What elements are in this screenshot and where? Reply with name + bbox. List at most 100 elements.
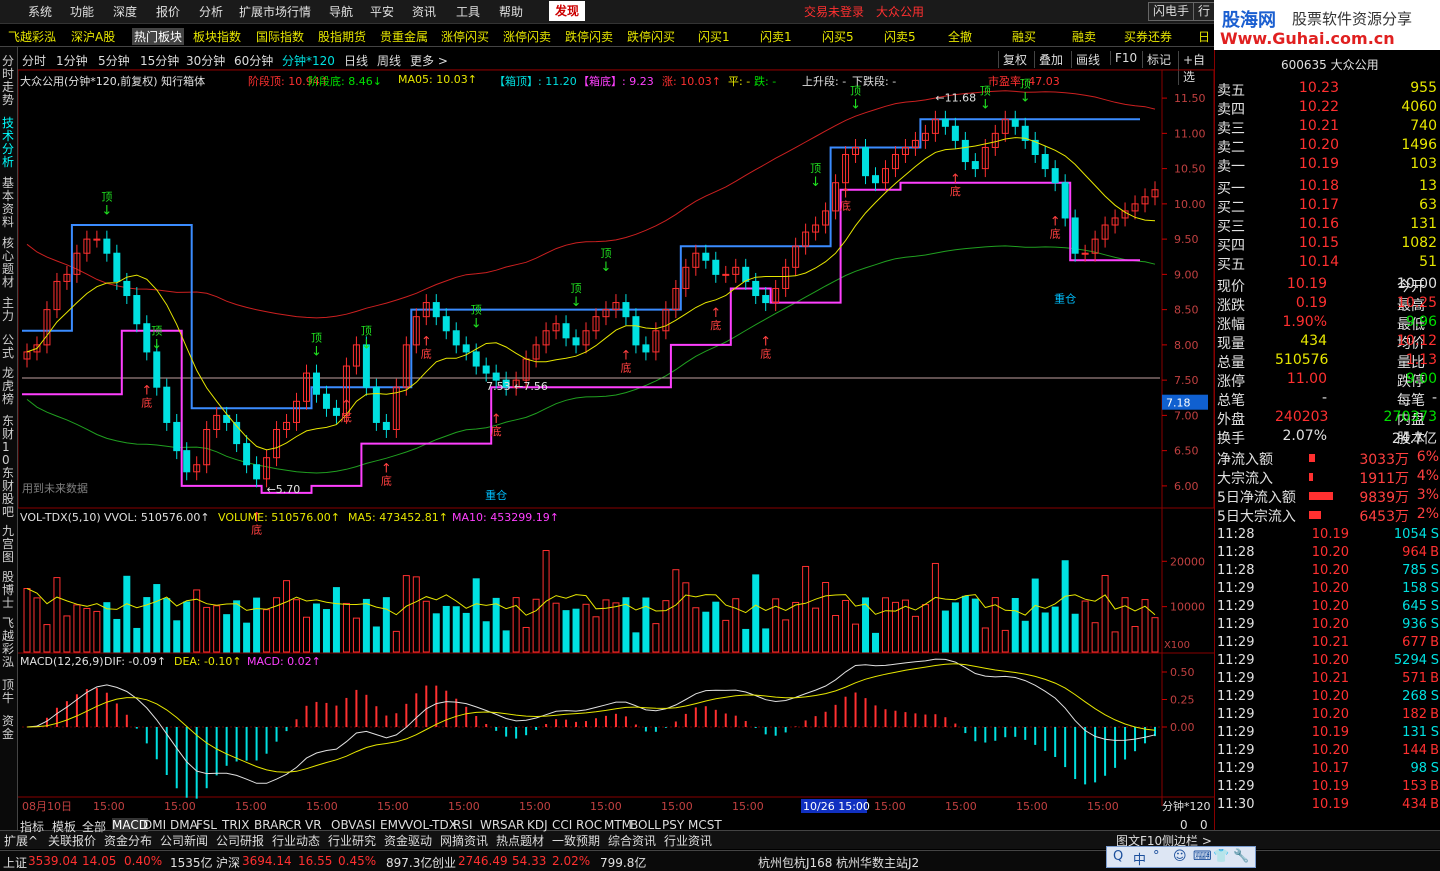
left-tab-7[interactable]: 东财10	[2, 415, 16, 467]
period-1[interactable]: 1分钟	[56, 52, 88, 69]
nav-item-12[interactable]: 闪卖1	[760, 28, 792, 45]
menu-item-4[interactable]: 分析	[199, 3, 223, 20]
ime-icon-5[interactable]: 👕	[1213, 849, 1229, 864]
ind-tab-24[interactable]: MCST	[688, 818, 722, 832]
left-tab-4[interactable]: 主力	[2, 297, 16, 323]
left-tab-0[interactable]: 分时走势	[2, 55, 16, 107]
nav-item-17[interactable]: 融卖	[1072, 28, 1096, 45]
server-1[interactable]: 杭州包杭J168	[758, 854, 832, 871]
ind-tab-20[interactable]: ROC	[576, 818, 602, 832]
period-8[interactable]: 周线	[377, 52, 401, 69]
nav-item-3[interactable]: 板块指数	[193, 28, 241, 45]
info-tab-5[interactable]: 行业动态	[272, 832, 320, 849]
left-tab-8[interactable]: 东财股吧	[2, 467, 16, 519]
left-tab-3[interactable]: 核心题材	[2, 237, 16, 289]
ind-tab-17[interactable]: SAR	[500, 818, 524, 832]
left-tab-5[interactable]: 公式	[2, 334, 16, 360]
ime-toolbar[interactable]: Q 中 ° ☺ ⌨ 👕 🔧	[1106, 846, 1256, 868]
menu-item-6[interactable]: 导航	[329, 3, 353, 20]
tool-3[interactable]: F10	[1110, 51, 1137, 65]
ind-tab-23[interactable]: PSY	[662, 818, 684, 832]
tool-0[interactable]: 复权	[998, 51, 1027, 68]
ind-tab-15[interactable]: RSI	[453, 818, 473, 832]
nav-item-1[interactable]: 深沪A股	[71, 28, 115, 45]
period-0[interactable]: 分时	[22, 52, 46, 69]
nav-item-10[interactable]: 跌停闪买	[627, 28, 675, 45]
period-2[interactable]: 5分钟	[98, 52, 130, 69]
nav-item-7[interactable]: 涨停闪买	[441, 28, 489, 45]
nav-item-11[interactable]: 闪买1	[698, 28, 730, 45]
info-tab-1[interactable]: 关联报价	[48, 832, 96, 849]
flash-trade-button[interactable]: 闪电手	[1148, 2, 1195, 21]
nav-item-15[interactable]: 全撤	[948, 28, 972, 45]
ime-icon-3[interactable]: ☺	[1173, 849, 1187, 864]
trade-login-status[interactable]: 交易未登录	[804, 3, 864, 20]
ime-icon-2[interactable]: °	[1153, 849, 1160, 864]
left-tab-10[interactable]: 股博士	[2, 571, 16, 610]
bid-row-0[interactable]: 买一 10.18 13	[1215, 178, 1440, 197]
ind-tab-22[interactable]: BOLL	[630, 818, 661, 832]
info-tab-6[interactable]: 行业研究	[328, 832, 376, 849]
info-tab-9[interactable]: 热点题材	[496, 832, 544, 849]
info-tab-12[interactable]: 行业资讯	[664, 832, 712, 849]
left-tab-9[interactable]: 九宫图	[2, 525, 16, 564]
ime-icon-1[interactable]: 中	[1133, 849, 1146, 868]
info-tab-0[interactable]: 扩展^	[4, 832, 38, 849]
info-tab-10[interactable]: 一致预期	[552, 832, 600, 849]
period-9[interactable]: 更多 >	[410, 52, 448, 69]
scroll-left[interactable]: 0	[1180, 818, 1188, 832]
period-7[interactable]: 日线	[344, 52, 368, 69]
ask-row-1[interactable]: 卖四 10.22 4060	[1215, 99, 1440, 118]
ind-tab-13[interactable]: EMV	[380, 818, 406, 832]
nav-item-9[interactable]: 跌停闪卖	[565, 28, 613, 45]
menu-item-8[interactable]: 资讯	[412, 3, 436, 20]
ask-row-3[interactable]: 卖二 10.20 1496	[1215, 137, 1440, 156]
menu-item-3[interactable]: 报价	[156, 3, 180, 20]
ind-tab-9[interactable]: CR	[285, 818, 302, 832]
left-tab-6[interactable]: 龙虎榜	[2, 367, 16, 406]
ind-tab-14[interactable]: VOL-TDX	[405, 818, 457, 832]
ind-tab-12[interactable]: ASI	[356, 818, 375, 832]
scroll-right[interactable]: 0	[1200, 818, 1208, 832]
current-stock-tag[interactable]: 大众公用	[876, 3, 924, 20]
ind-tab-18[interactable]: KDJ	[527, 818, 548, 832]
ask-row-0[interactable]: 卖五 10.23 955	[1215, 80, 1440, 99]
menu-item-7[interactable]: 平安	[370, 3, 394, 20]
menu-item-0[interactable]: 系统	[28, 3, 52, 20]
ind-tab-7[interactable]: TRIX	[222, 818, 249, 832]
ind-tab-6[interactable]: FSL	[196, 818, 217, 832]
nav-item-5[interactable]: 股指期货	[318, 28, 366, 45]
period-6[interactable]: 分钟*120	[282, 52, 335, 69]
nav-item-6[interactable]: 贵重金属	[380, 28, 428, 45]
nav-item-19[interactable]: 日	[1198, 28, 1210, 45]
tool-1[interactable]: 叠加	[1034, 51, 1063, 68]
bid-row-2[interactable]: 买三 10.16 131	[1215, 216, 1440, 235]
kline-chart[interactable]: 11.50 11.00 10.50 10.00 9.50 9.00 8.50 8.00 7.50…	[18, 70, 1214, 830]
left-tab-1[interactable]: 技术分析	[2, 117, 16, 169]
ime-icon-4[interactable]: ⌨	[1193, 849, 1212, 864]
period-5[interactable]: 60分钟	[234, 52, 273, 69]
period-3[interactable]: 15分钟	[140, 52, 179, 69]
nav-item-13[interactable]: 闪买5	[822, 28, 854, 45]
menu-item-10[interactable]: 帮助	[499, 3, 523, 20]
ind-tab-11[interactable]: OBV	[331, 818, 357, 832]
ind-tab-5[interactable]: DMA	[170, 818, 198, 832]
nav-item-0[interactable]: 飞越彩泓	[8, 28, 56, 45]
menu-item-discover[interactable]: 发现	[549, 1, 586, 21]
nav-item-16[interactable]: 融买	[1012, 28, 1036, 45]
nav-item-8[interactable]: 涨停闪卖	[503, 28, 551, 45]
ime-icon-0[interactable]: Q	[1113, 849, 1123, 864]
left-tab-12[interactable]: 顶牛	[2, 679, 16, 705]
ind-tab-8[interactable]: BRAR	[254, 818, 287, 832]
ime-icon-6[interactable]: 🔧	[1233, 849, 1249, 864]
info-tab-8[interactable]: 网摘资讯	[440, 832, 488, 849]
menu-item-9[interactable]: 工具	[456, 3, 480, 20]
nav-item-18[interactable]: 买券还券	[1124, 28, 1172, 45]
bid-row-4[interactable]: 买五 10.14 51	[1215, 254, 1440, 273]
info-tab-3[interactable]: 公司新闻	[160, 832, 208, 849]
ind-tab-16[interactable]: WR	[480, 818, 500, 832]
ind-tab-4[interactable]: DMI	[143, 818, 166, 832]
nav-item-14[interactable]: 闪卖5	[884, 28, 916, 45]
tool-2[interactable]: 画线	[1071, 51, 1100, 68]
bid-row-1[interactable]: 买二 10.17 63	[1215, 197, 1440, 216]
